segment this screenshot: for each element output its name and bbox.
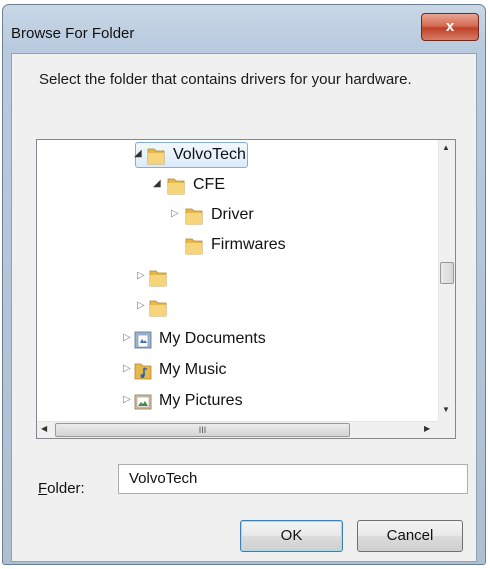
tree-item-driver[interactable]: ▷ Driver xyxy=(37,201,433,231)
tree-item-label: Firmwares xyxy=(211,236,286,253)
dialog-body: Select the folder that contains drivers … xyxy=(11,53,477,562)
folder-icon xyxy=(185,208,203,225)
folder-tree[interactable]: ◢ VolvoTech ◢ CFE ▷ Driver Firmwares ▷ ▷… xyxy=(36,139,456,439)
scroll-up-icon[interactable]: ▲ xyxy=(442,143,450,152)
cancel-button[interactable]: Cancel xyxy=(357,520,463,552)
folder-label-text: older: xyxy=(47,480,85,497)
tree-item-label: My Documents xyxy=(159,330,266,347)
horizontal-scrollbar[interactable]: ◀ III ▶ xyxy=(37,421,439,438)
vertical-scrollbar[interactable]: ▲ ▼ xyxy=(438,140,455,421)
tree-item-unnamed-folder[interactable]: ▷ xyxy=(37,263,433,293)
collapse-arrow-icon[interactable]: ▷ xyxy=(123,332,131,343)
browse-for-folder-dialog: Browse For Folder x Select the folder th… xyxy=(2,4,486,565)
tree-item-label: VolvoTech xyxy=(173,146,246,163)
tree-item-cfe[interactable]: ◢ CFE xyxy=(37,171,433,201)
folder-label: Folder: xyxy=(38,480,85,497)
expand-arrow-icon[interactable]: ◢ xyxy=(153,178,161,189)
scroll-grip-icon: III xyxy=(198,425,207,435)
folder-icon xyxy=(147,148,165,165)
ok-button[interactable]: OK xyxy=(240,520,343,552)
close-icon: x xyxy=(445,18,455,35)
scroll-right-icon[interactable]: ▶ xyxy=(424,424,430,433)
folder-icon xyxy=(149,300,167,317)
collapse-arrow-icon[interactable]: ▷ xyxy=(123,394,131,405)
folder-icon xyxy=(149,270,167,287)
folder-label-accesskey: F xyxy=(38,480,48,497)
collapse-arrow-icon[interactable]: ▷ xyxy=(137,270,145,281)
tree-item-label: My Music xyxy=(159,361,227,378)
folder-icon xyxy=(167,178,185,195)
tree-item-volvotech[interactable]: ◢ VolvoTech xyxy=(37,141,433,171)
expand-arrow-icon[interactable]: ◢ xyxy=(134,148,142,159)
close-button[interactable]: x xyxy=(421,13,479,41)
tree-item-unnamed-folder[interactable]: ▷ xyxy=(37,293,433,323)
scrollbar-corner xyxy=(438,421,455,438)
title-bar[interactable]: Browse For Folder x xyxy=(3,5,485,51)
tree-item-label: Driver xyxy=(211,206,254,223)
tree-item-my-music[interactable]: ▷ My Music xyxy=(37,356,433,386)
collapse-arrow-icon[interactable]: ▷ xyxy=(171,208,179,219)
vertical-scroll-thumb[interactable] xyxy=(440,262,454,284)
tree-item-label: My Pictures xyxy=(159,392,243,409)
tree-item-my-documents[interactable]: ▷ My Documents xyxy=(37,325,433,355)
tree-item-firmwares[interactable]: Firmwares xyxy=(37,231,433,261)
folder-icon xyxy=(185,238,203,255)
scroll-left-icon[interactable]: ◀ xyxy=(41,424,47,433)
music-library-icon xyxy=(134,363,152,380)
scroll-down-icon[interactable]: ▼ xyxy=(442,405,450,414)
instruction-text: Select the folder that contains drivers … xyxy=(39,71,412,88)
collapse-arrow-icon[interactable]: ▷ xyxy=(123,363,131,374)
horizontal-scroll-thumb[interactable]: III xyxy=(55,423,350,437)
dialog-title: Browse For Folder xyxy=(11,25,135,42)
documents-library-icon xyxy=(134,331,152,349)
tree-item-label: CFE xyxy=(193,176,225,193)
pictures-library-icon xyxy=(134,394,152,410)
tree-item-my-pictures[interactable]: ▷ My Pictures xyxy=(37,387,433,417)
collapse-arrow-icon[interactable]: ▷ xyxy=(137,300,145,311)
folder-field[interactable]: VolvoTech xyxy=(118,464,468,494)
